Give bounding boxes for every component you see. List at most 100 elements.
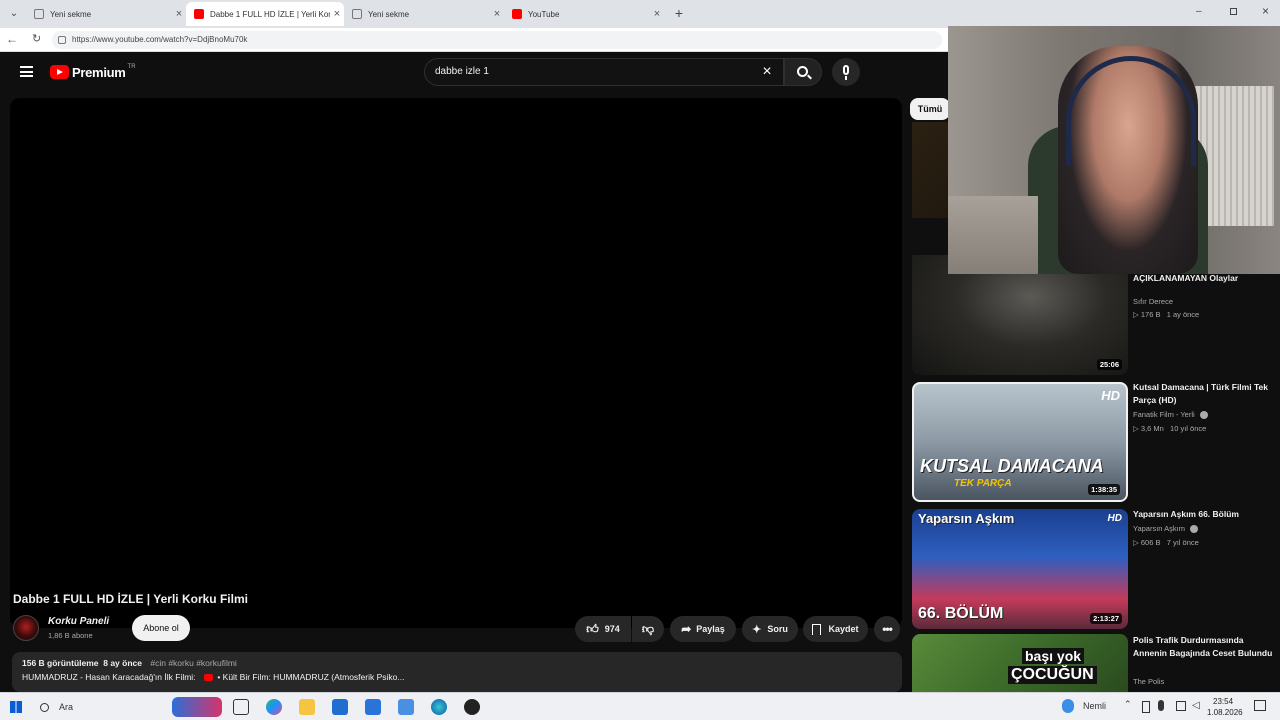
logo-region: TR	[127, 64, 136, 70]
duration-badge: 2:13:27	[1090, 613, 1122, 624]
tab-new-tab-2[interactable]: Yeni sekme ×	[344, 2, 504, 26]
verified-icon	[1190, 525, 1199, 534]
store-icon[interactable]	[332, 699, 348, 715]
page-icon	[34, 9, 44, 19]
clock-date[interactable]: 1.08.2026	[1207, 708, 1243, 717]
close-icon[interactable]: ×	[330, 8, 344, 20]
youtube-header: Premium TR dabbe izle 1 ×	[0, 52, 948, 92]
file-explorer-icon[interactable]	[299, 699, 315, 715]
bookmark-icon	[812, 623, 822, 635]
menu-icon[interactable]	[20, 66, 33, 77]
search-button[interactable]	[784, 58, 822, 86]
close-window-icon[interactable]: ×	[1262, 4, 1269, 18]
tab-new-tab-1[interactable]: Yeni sekme ×	[26, 2, 186, 26]
channel-avatar[interactable]	[13, 615, 39, 641]
chip-all-label: Tümü	[917, 104, 943, 114]
hashtags[interactable]: #cin #korku #korkufilmi	[150, 658, 236, 668]
microphone-icon	[843, 65, 849, 75]
youtube-play-logo-icon	[50, 65, 69, 79]
rec-title[interactable]: Polis Trafik Durdurmasında Annenin Bagaj…	[1133, 634, 1273, 660]
notification-icon[interactable]	[1254, 700, 1266, 711]
task-view-icon[interactable]	[233, 699, 249, 715]
weather-icon[interactable]	[1062, 699, 1074, 713]
usb-icon	[1142, 701, 1150, 713]
tab-title: Dabbe 1 FULL HD İZLE | Yerli Korku	[210, 9, 330, 19]
chevron-up-icon[interactable]: ⌃	[1124, 699, 1132, 710]
windows-start-icon[interactable]	[10, 701, 22, 713]
thumbnail-text: KUTSAL DAMACANA	[920, 456, 1104, 476]
app-blue-icon[interactable]	[398, 699, 414, 715]
tab-search-icon[interactable]: ⌄	[6, 6, 22, 22]
close-icon[interactable]: ×	[650, 8, 664, 20]
rec-thumbnail[interactable]: HD KUTSAL DAMACANA TEK PARÇA 1:38:35	[912, 382, 1128, 502]
restore-icon[interactable]	[1230, 8, 1237, 15]
tab-youtube[interactable]: YouTube ×	[504, 2, 664, 26]
ask-button[interactable]: ✦ Soru	[742, 616, 798, 642]
rec-thumbnail[interactable]: HD Yaparsın Aşkım 66. BÖLÜM 2:13:27	[912, 509, 1128, 629]
clear-search-icon[interactable]: ×	[757, 59, 777, 85]
hd-badge: HD	[1107, 513, 1122, 524]
view-count-date: 156 B görüntüleme 8 ay önce	[22, 658, 142, 668]
clock-time[interactable]: 23:54	[1213, 697, 1233, 706]
rec-title[interactable]: Kutsal Damacana | Türk Filmi Tek Parça (…	[1133, 381, 1273, 407]
channel-name[interactable]: Korku Paneli	[48, 616, 109, 627]
volume-icon[interactable]: ◁	[1192, 700, 1200, 711]
thumbnail-text: Yaparsın Aşkım	[918, 511, 1015, 526]
like-button[interactable]: 👍︎ 974	[575, 616, 631, 642]
rec-channel[interactable]: Sıfır Derece	[1133, 297, 1173, 306]
site-info-icon[interactable]	[58, 36, 66, 44]
save-button[interactable]: Kaydet	[803, 616, 868, 642]
edge-icon[interactable]	[431, 699, 447, 715]
rec-thumbnail[interactable]: başı yok ÇOCUĞUN	[912, 634, 1128, 692]
video-player[interactable]	[10, 98, 902, 628]
search-highlight-icon[interactable]	[172, 697, 222, 717]
new-tab-plus-icon[interactable]: +	[670, 4, 688, 22]
obs-icon[interactable]	[464, 699, 480, 715]
weather-label[interactable]: Nemli	[1083, 701, 1106, 711]
duration-badge: 1:38:35	[1088, 484, 1120, 495]
back-arrow-icon[interactable]: ←	[6, 32, 18, 46]
verified-icon	[1199, 411, 1208, 420]
more-actions-button[interactable]: •••	[874, 616, 900, 642]
rec-meta: ▷ 606 B 7 yıl önce	[1133, 538, 1199, 547]
copilot-icon[interactable]	[266, 699, 282, 715]
browser-toolbar: ← ↻ https://www.youtube.com/watch?v=DdjB…	[0, 28, 948, 52]
hd-badge: HD	[1101, 388, 1120, 403]
minimize-icon[interactable]: –	[1196, 6, 1202, 17]
dislike-button[interactable]: 👎︎	[632, 616, 664, 642]
search-input[interactable]: dabbe izle 1 ×	[424, 58, 784, 86]
description-link[interactable]: • Kült Bir Film: HUMMADRUZ (Atmosferik P…	[217, 672, 404, 682]
rec-channel-name: Yaparsın Aşkım	[1133, 524, 1185, 533]
rec-channel[interactable]: The Polis	[1133, 677, 1164, 686]
browser-tabbar: ⌄ Yeni sekme × Dabbe 1 FULL HD İZLE | Ye…	[0, 0, 1280, 28]
tab-title: Yeni sekme	[368, 9, 410, 19]
description-header: 156 B görüntüleme 8 ay önce #cin #korku …	[22, 658, 892, 672]
close-icon[interactable]: ×	[172, 8, 186, 20]
page-icon	[352, 9, 362, 19]
reload-icon[interactable]: ↻	[32, 32, 41, 45]
description-box[interactable]: 156 B görüntüleme 8 ay önce #cin #korku …	[12, 652, 902, 692]
duration-badge: 25:06	[1096, 359, 1122, 370]
youtube-icon	[512, 9, 522, 19]
subscribe-label: Abone ol	[143, 623, 179, 633]
youtube-icon	[194, 9, 204, 19]
voice-search-button[interactable]	[832, 58, 860, 86]
outlook-icon[interactable]	[365, 699, 381, 715]
rec-title[interactable]: Yaparsın Aşkım 66. Bölüm	[1133, 508, 1273, 521]
chip-all[interactable]: Tümü	[910, 98, 950, 120]
subscribe-button[interactable]: Abone ol	[132, 615, 190, 641]
share-icon: ➦	[681, 622, 692, 636]
address-field[interactable]: https://www.youtube.com/watch?v=DdjBnoMu…	[52, 31, 942, 49]
taskbar-search-label: Ara	[59, 702, 74, 712]
rec-channel[interactable]: Fanatik Film - Yerli	[1133, 410, 1208, 420]
network-icon[interactable]	[1176, 701, 1186, 711]
logo-premium-text: Premium	[72, 64, 126, 80]
tab-title: YouTube	[528, 9, 560, 19]
rec-channel[interactable]: Yaparsın Aşkım	[1133, 524, 1199, 534]
share-button[interactable]: ➦ Paylaş	[670, 616, 736, 642]
save-label: Kaydet	[828, 624, 859, 634]
url-text: https://www.youtube.com/watch?v=DdjBnoMu…	[72, 35, 248, 44]
youtube-logo[interactable]: Premium TR	[50, 64, 136, 80]
close-icon[interactable]: ×	[490, 8, 504, 20]
tab-dabbe-video[interactable]: Dabbe 1 FULL HD İZLE | Yerli Korku ×	[186, 2, 344, 26]
